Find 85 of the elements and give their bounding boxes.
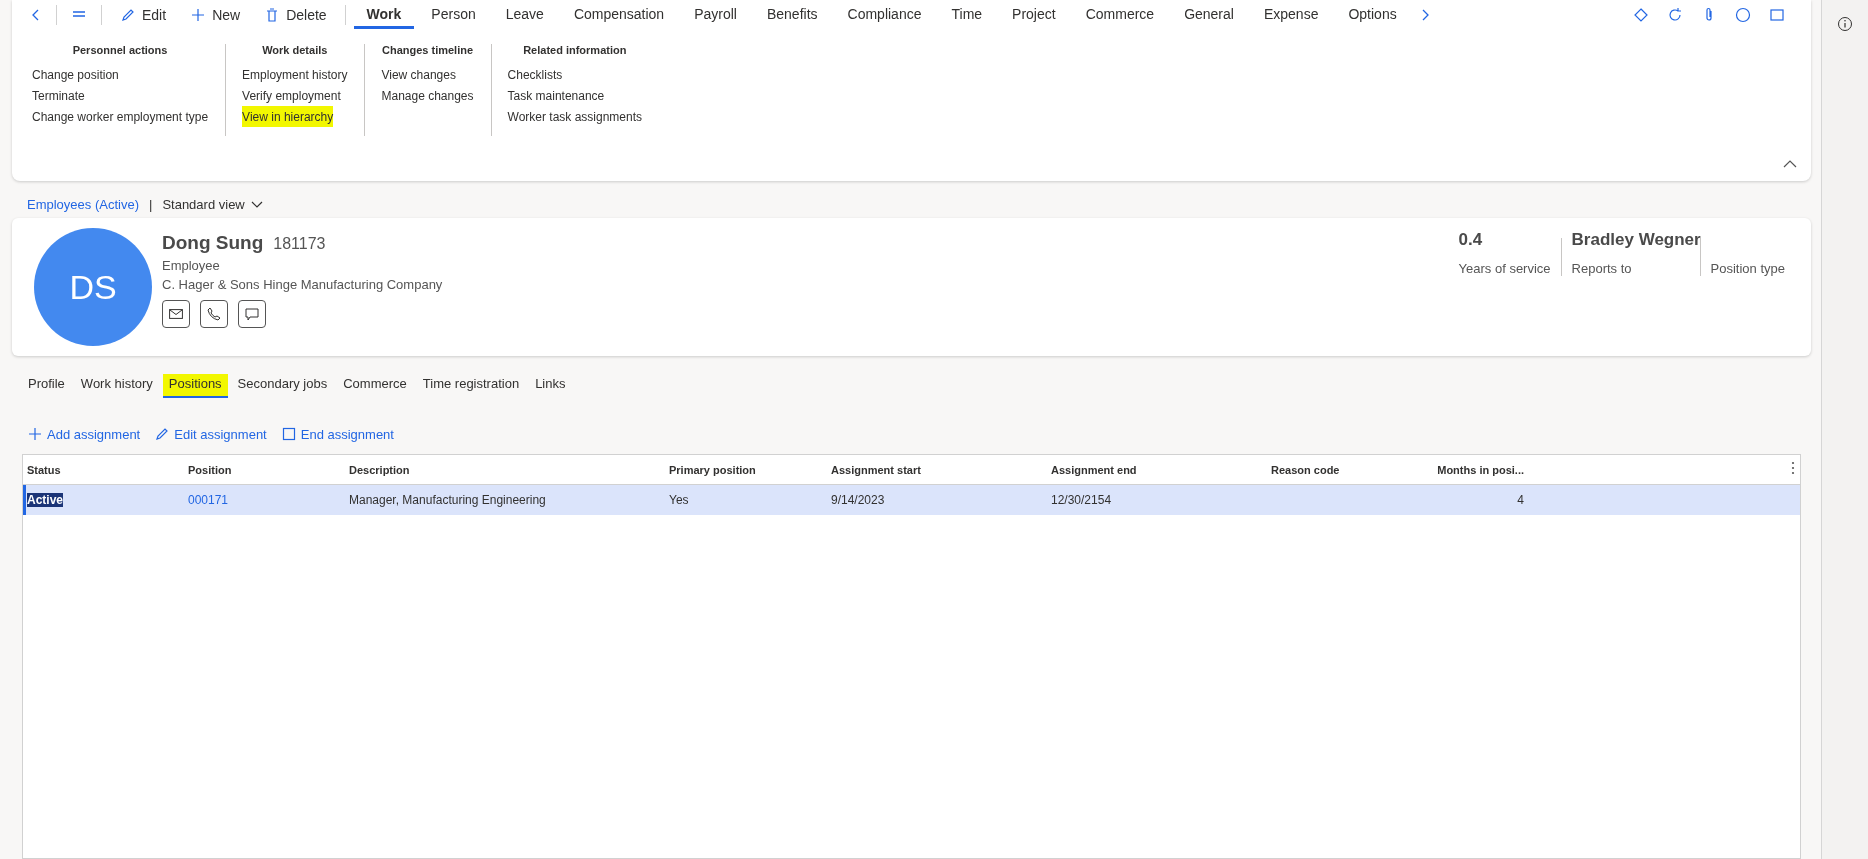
square-icon: [280, 426, 297, 442]
mail-icon: [169, 309, 183, 319]
refresh-icon[interactable]: [1667, 7, 1683, 23]
table-row[interactable]: Active 000171 Manager, Manufacturing Engineering Yes 9/14/2023 12/30/2154 4: [23, 484, 1800, 515]
tab[interactable]: Links: [529, 374, 572, 398]
avatar: DS: [34, 228, 152, 346]
ribbon-item[interactable]: Worker task assignments: [507, 106, 643, 127]
diamond-icon[interactable]: [1633, 7, 1649, 23]
tab[interactable]: Secondary jobs: [231, 374, 334, 398]
ribbon-item[interactable]: Change position: [32, 64, 119, 85]
chat-button[interactable]: [238, 300, 266, 328]
menu-tab[interactable]: Benefits: [753, 1, 831, 29]
tab[interactable]: Positions: [162, 374, 228, 398]
menu-tab[interactable]: Options: [1335, 1, 1410, 29]
toolbar-command[interactable]: Edit: [110, 3, 177, 27]
table-cell[interactable]: 000171: [188, 493, 229, 507]
column-header[interactable]: Status: [27, 463, 61, 476]
column-header[interactable]: Reason code: [1271, 463, 1340, 476]
table-cell: 9/14/2023: [831, 493, 885, 507]
ribbon-item[interactable]: Task maintenance: [507, 85, 605, 106]
stat-label: Years of service: [1458, 261, 1551, 276]
plus-icon: [190, 7, 207, 23]
ribbon-item[interactable]: Checklists: [507, 64, 563, 85]
tab[interactable]: Work history: [74, 374, 159, 398]
menu-tab[interactable]: Commerce: [1072, 1, 1168, 29]
ribbon-item[interactable]: Change worker employment type: [32, 106, 209, 127]
menu-tab[interactable]: Payroll: [681, 1, 750, 29]
menu-tab[interactable]: Project: [999, 1, 1069, 29]
table-cell: Active: [27, 493, 64, 507]
ribbon-item[interactable]: Employment history: [242, 64, 348, 85]
table-cell: 4: [1517, 493, 1524, 507]
group-title: Related information: [522, 44, 628, 56]
chat-icon: [245, 307, 259, 321]
call-button[interactable]: [200, 300, 228, 328]
column-header[interactable]: Position: [188, 463, 232, 476]
menu-tab[interactable]: Compensation: [560, 1, 678, 29]
plus-icon: [27, 426, 43, 442]
menu-tab[interactable]: Compliance: [834, 1, 935, 29]
column-header[interactable]: Months in posi...: [1437, 463, 1524, 476]
ribbon-item[interactable]: Verify employment: [242, 85, 341, 106]
stat-label: Position type: [1710, 261, 1785, 276]
employee-name: Dong Sung: [162, 232, 264, 254]
pencil-icon: [120, 7, 136, 23]
separator: |: [149, 197, 153, 212]
toolbar-command[interactable]: New: [180, 3, 251, 27]
group-title: Changes timeline: [381, 44, 474, 56]
tab[interactable]: Commerce: [337, 374, 413, 398]
table-cell: Manager, Manufacturing Engineering: [349, 493, 546, 507]
table-cell: 12/30/2154: [1051, 493, 1112, 507]
stat-label: Reports to: [1571, 261, 1633, 276]
ribbon-item[interactable]: Terminate: [32, 85, 85, 106]
employee-id: 181173: [273, 235, 326, 253]
action-button[interactable]: Add assignment: [27, 426, 141, 442]
view-selector[interactable]: Standard view: [162, 197, 263, 212]
company-name: C. Hager & Sons Hinge Manufacturing Company: [162, 277, 443, 292]
group-title: Personnel actions: [71, 44, 169, 56]
menu-tab[interactable]: Leave: [492, 1, 557, 29]
stat-value: Bradley Wegner: [1571, 230, 1701, 250]
menu-tab[interactable]: General: [1171, 1, 1247, 29]
list-link[interactable]: Employees (Active): [27, 197, 139, 212]
menu-tab[interactable]: Time: [938, 1, 996, 29]
group-title: Work details: [261, 44, 329, 56]
info-icon[interactable]: [1837, 16, 1853, 32]
column-header[interactable]: Description: [349, 463, 410, 476]
tab[interactable]: Time registration: [416, 374, 526, 398]
ribbon-item[interactable]: Manage changes: [381, 85, 474, 106]
menu-tab[interactable]: Person: [418, 1, 489, 29]
column-header[interactable]: Primary position: [669, 463, 756, 476]
action-button[interactable]: Edit assignment: [154, 426, 267, 442]
toolbar-command[interactable]: Delete: [254, 3, 337, 27]
menu-tab[interactable]: Expense: [1250, 1, 1332, 29]
ribbon-item[interactable]: View in hierarchy: [242, 106, 334, 127]
window-icon[interactable]: [1769, 7, 1785, 23]
phone-icon: [207, 307, 221, 321]
table-cell: Yes: [669, 493, 689, 507]
ribbon-item[interactable]: View changes: [381, 64, 456, 85]
tab[interactable]: Profile: [22, 374, 71, 398]
email-button[interactable]: [162, 300, 190, 328]
chevron-down-icon: [250, 200, 263, 209]
menu-tab[interactable]: Work: [353, 1, 415, 29]
column-header[interactable]: Assignment end: [1051, 463, 1137, 476]
employee-type: Employee: [162, 258, 221, 273]
column-header[interactable]: Assignment start: [831, 463, 921, 476]
stat-value: 0.4: [1458, 230, 1483, 250]
action-button[interactable]: End assignment: [280, 426, 394, 442]
